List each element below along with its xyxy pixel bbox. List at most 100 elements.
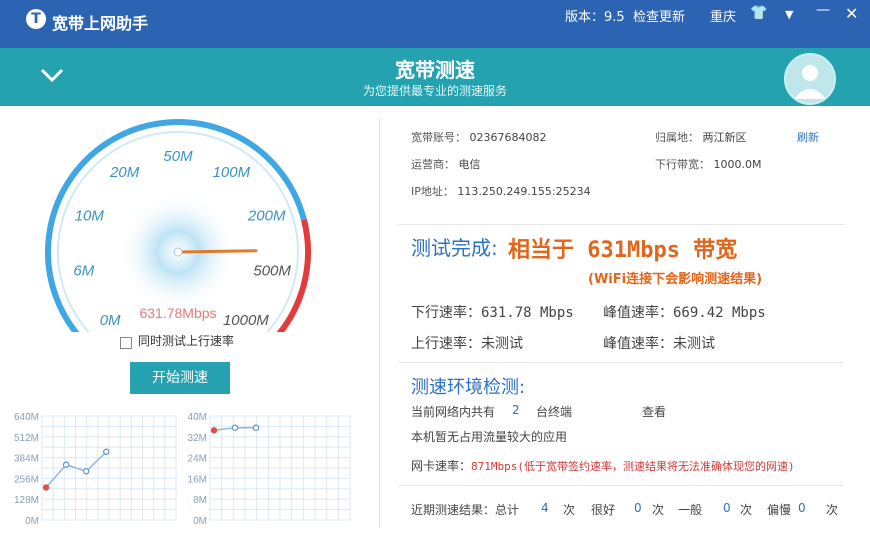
data-point — [62, 461, 70, 468]
chart-tick-label: 640M — [14, 412, 39, 423]
upload-test-checkbox[interactable] — [120, 337, 132, 349]
gauge-tick-label: 100M — [213, 164, 251, 181]
history-total: 4 — [541, 501, 549, 515]
chart-tick-label: 16M — [188, 474, 207, 485]
result-heading: 测试完成: — [411, 236, 498, 260]
data-point — [252, 424, 260, 431]
speed-gauge: 0M 6M 10M 20M 50M 100M 200M 500M 1000M 631.78Mbp… — [45, 119, 311, 332]
down-rate-row: 下行速率：631.78 Mbps — [411, 302, 574, 322]
close-icon[interactable]: ✕ — [845, 4, 858, 23]
history-slow-label: 偏慢 — [767, 503, 792, 517]
peak-up-value: 未测试 — [673, 336, 715, 352]
peak-down-value: 669.42 Mbps — [673, 305, 766, 321]
start-test-button[interactable]: 开始测速 — [130, 362, 230, 394]
history-normal-label: 一般 — [678, 503, 703, 517]
no-heavy-apps: 本机暂无占用流量较大的应用 — [411, 430, 568, 444]
gauge-tick-label: 1000M — [223, 312, 269, 329]
chart-tick-label: 128M — [14, 495, 39, 506]
devices-suffix: 台终端 — [536, 405, 573, 419]
nic-label: 网卡速率： — [411, 459, 472, 473]
data-point — [231, 424, 239, 431]
title-bar: T 宽带上网助手 版本：9.5 检查更新 重庆 👕 ▼ — ✕ — [0, 0, 870, 48]
vertical-divider — [379, 118, 380, 528]
ip-value: 113.250.249.155:25234 — [457, 185, 591, 198]
data-point — [103, 448, 110, 455]
environment-heading: 测速环境检测: — [411, 377, 526, 398]
data-point — [82, 468, 90, 475]
ip-label: IP地址： — [411, 185, 454, 198]
banner-title: 宽带测速 — [395, 58, 475, 82]
chart-tick-label: 32M — [188, 433, 207, 444]
refresh-link[interactable]: 刷新 — [797, 129, 819, 145]
banner-subtitle: 为您提供最专业的测速服务 — [362, 84, 507, 98]
result-equivalent: 相当于 631Mbps 带宽 — [508, 238, 738, 263]
peak-up-row: 峰值速率：未测试 — [603, 333, 715, 353]
location-label: 归属地： — [655, 131, 699, 144]
version-label: 版本：9.5 — [565, 10, 625, 25]
app-logo-icon: T — [26, 9, 46, 29]
bandwidth-label: 下行带宽： — [655, 158, 710, 171]
history-unit: 次 — [563, 503, 576, 517]
gauge-tick-label: 50M — [163, 148, 193, 165]
account-value: 02367684082 — [469, 131, 547, 144]
chart-tick-label: 384M — [14, 454, 39, 465]
chart-tick-label: 24M — [188, 454, 207, 465]
data-point — [210, 427, 218, 434]
data-point — [42, 484, 50, 491]
chart-tick-label: 40M — [188, 412, 207, 423]
peak-up-label: 峰值速率： — [603, 336, 673, 352]
account-label: 宽带账号： — [411, 131, 466, 144]
chart-tick-label: 0M — [25, 516, 39, 527]
bandwidth-value: 1000.0M — [713, 158, 762, 171]
up-rate-row: 上行速率：未测试 — [411, 333, 523, 353]
minimize-icon[interactable]: — — [816, 2, 830, 18]
up-rate-value: 未测试 — [481, 336, 523, 352]
up-rate-label: 上行速率： — [411, 336, 481, 352]
gauge-tick-label: 6M — [73, 263, 94, 280]
chart-tick-label: 512M — [14, 433, 39, 444]
isp-label: 运营商： — [411, 158, 455, 171]
view-devices-link[interactable]: 查看 — [642, 403, 666, 420]
banner: 宽带测速 为您提供最专业的测速服务 — [0, 48, 870, 106]
app-title: 宽带上网助手 — [52, 14, 149, 33]
download-history-chart: 640M 512M 384M 256M 128M 0M — [14, 412, 177, 527]
menu-dropdown-icon[interactable]: ▼ — [785, 8, 793, 21]
devices-prefix: 当前网络内共有 — [411, 405, 496, 419]
down-rate-label: 下行速率： — [411, 305, 481, 321]
bandwidth-row: 下行带宽： 1000.0M — [655, 156, 761, 172]
location-row: 归属地： 两江新区 — [655, 129, 747, 145]
check-update-link[interactable]: 检查更新 — [633, 6, 685, 25]
upload-test-label: 同时测试上行速率 — [138, 334, 235, 348]
down-rate-value: 631.78 Mbps — [481, 305, 574, 321]
city-selector[interactable]: 重庆 — [710, 6, 736, 25]
isp-value: 电信 — [458, 158, 481, 171]
history-slow-count: 0 — [798, 501, 806, 515]
gauge-tick-label: 200M — [247, 207, 286, 224]
account-row: 宽带账号： 02367684082 — [411, 129, 546, 145]
history-normal-count: 0 — [723, 501, 731, 515]
history-unit: 次 — [740, 503, 753, 517]
gauge-reading: 631.78Mbps — [139, 305, 216, 321]
wifi-note: (WiFi连接下会影响测速结果) — [588, 272, 763, 287]
gauge-needle — [176, 249, 258, 254]
section-divider — [398, 485, 844, 486]
isp-row: 运营商： 电信 — [411, 156, 481, 172]
chart-tick-label: 256M — [14, 474, 39, 485]
devices-count: 2 — [512, 403, 520, 417]
location-value: 两江新区 — [702, 131, 747, 144]
gauge-tick-label: 0M — [100, 312, 121, 329]
chart-tick-label: 8M — [193, 495, 207, 506]
history-label: 近期测速结果：总计 — [411, 503, 520, 517]
nic-warning: 871Mbps(低于宽带签约速率，测速结果将无法准确体现您的网速) — [471, 460, 795, 473]
chart-tick-label: 0M — [193, 516, 207, 527]
skin-shirt-icon[interactable]: 👕 — [750, 5, 767, 21]
history-unit: 次 — [826, 503, 839, 517]
section-divider — [398, 362, 844, 363]
history-good-count: 0 — [634, 501, 642, 515]
gauge-tick-label: 500M — [253, 263, 291, 280]
peak-down-row: 峰值速率：669.42 Mbps — [603, 302, 766, 322]
gauge-tick-label: 20M — [109, 164, 140, 181]
nic-row: 网卡速率：871Mbps(低于宽带签约速率，测速结果将无法准确体现您的网速) — [411, 457, 795, 474]
history-good-label: 很好 — [591, 503, 616, 517]
user-avatar-icon[interactable] — [784, 53, 836, 105]
